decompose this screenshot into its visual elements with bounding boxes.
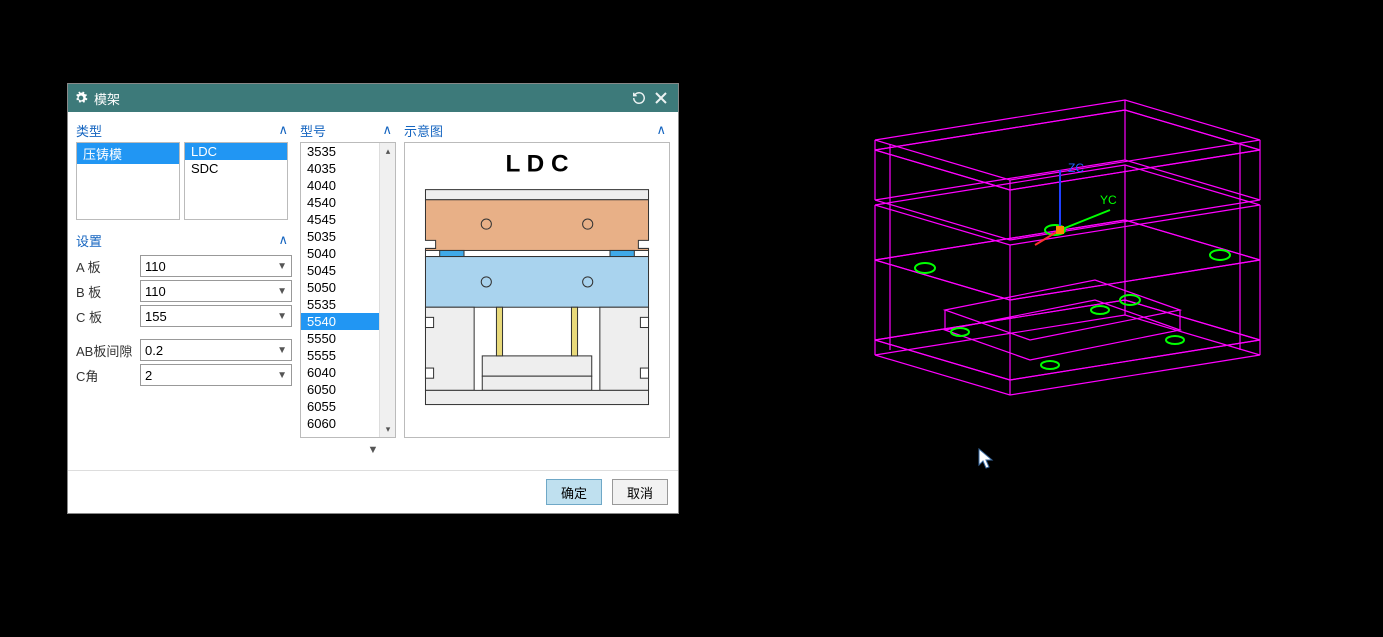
c-angle-combo[interactable]: 2 ▼ [140,364,292,386]
chevron-up-icon: ∧ [382,122,392,138]
dialog-title: 模架 [94,89,120,108]
list-item[interactable]: 5540 [301,313,379,330]
combo-value: 0.2 [145,343,163,358]
list-item[interactable]: 5035 [301,228,379,245]
list-item[interactable]: 4035 [301,160,379,177]
type-listbox[interactable]: 压铸模 [76,142,180,220]
list-item[interactable]: 3535 [301,143,379,160]
section-label: 示意图 [404,121,443,140]
series-listbox[interactable]: LDC SDC [184,142,288,220]
3d-viewport[interactable]: ZC YC [700,0,1383,632]
list-item[interactable]: SDC [185,160,287,177]
scroll-up-icon[interactable]: ▴ [380,143,396,159]
gear-icon [74,91,88,105]
scroll-down-icon[interactable]: ▾ [380,421,396,437]
axis-y-label: YC [1100,193,1117,207]
list-item[interactable]: 5050 [301,279,379,296]
combo-value: 155 [145,309,167,324]
list-item[interactable]: 6050 [301,381,379,398]
reset-button[interactable] [628,87,650,109]
list-item[interactable]: 5040 [301,245,379,262]
section-header-type[interactable]: 类型 ∧ [76,118,292,142]
dialog-footer: 确定 取消 [68,470,678,513]
schematic-title: L D C [505,150,568,177]
moldbase-dialog: 模架 类型 ∧ 压铸模 LDC SDC [67,83,679,514]
ok-button[interactable]: 确定 [546,479,602,505]
combo-value: 110 [145,259,166,274]
field-label: C角 [76,366,134,385]
chevron-down-icon: ▼ [277,286,287,297]
axis-z-label: ZC [1068,161,1084,175]
field-label: C 板 [76,307,134,326]
chevron-down-icon: ▼ [277,345,287,356]
cancel-button[interactable]: 取消 [612,479,668,505]
combo-value: 110 [145,284,166,299]
section-header-settings[interactable]: 设置 ∧ [76,228,292,252]
list-item[interactable]: 6060 [301,415,379,432]
list-item[interactable]: LDC [185,143,287,160]
section-label: 设置 [76,231,102,250]
chevron-up-icon: ∧ [278,232,288,248]
list-item[interactable]: 4540 [301,194,379,211]
ab-gap-combo[interactable]: 0.2 ▼ [140,339,292,361]
field-label: B 板 [76,282,134,301]
scrollbar[interactable]: ▴ ▾ [379,143,395,437]
section-label: 型号 [300,121,326,140]
list-item[interactable]: 压铸模 [77,143,179,164]
section-header-model[interactable]: 型号 ∧ [300,118,396,142]
list-item[interactable]: 6055 [301,398,379,415]
field-label: AB板间隙 [76,341,134,360]
list-item[interactable]: 5555 [301,347,379,364]
section-header-schematic[interactable]: 示意图 ∧ [404,118,670,142]
close-button[interactable] [650,87,672,109]
list-item[interactable]: 6040 [301,364,379,381]
chevron-up-icon: ∧ [278,122,288,138]
list-item[interactable]: 5045 [301,262,379,279]
expand-toggle[interactable]: ▼ [76,438,670,462]
section-label: 类型 [76,121,102,140]
c-plate-combo[interactable]: 155 ▼ [140,305,292,327]
chevron-up-icon: ∧ [656,122,666,138]
schematic-image: L D C [404,142,670,438]
chevron-down-icon: ▼ [277,370,287,381]
list-item[interactable]: 4545 [301,211,379,228]
a-plate-combo[interactable]: 110 ▼ [140,255,292,277]
dialog-titlebar[interactable]: 模架 [68,84,678,112]
list-item[interactable]: 5550 [301,330,379,347]
b-plate-combo[interactable]: 110 ▼ [140,280,292,302]
size-listbox[interactable]: 3535403540404540454550355040504550505535… [300,142,396,438]
list-item[interactable]: 5535 [301,296,379,313]
chevron-down-icon: ▼ [277,261,287,272]
field-label: A 板 [76,257,134,276]
list-item[interactable]: 4040 [301,177,379,194]
combo-value: 2 [145,368,152,383]
chevron-down-icon: ▼ [368,444,379,456]
chevron-down-icon: ▼ [277,311,287,322]
